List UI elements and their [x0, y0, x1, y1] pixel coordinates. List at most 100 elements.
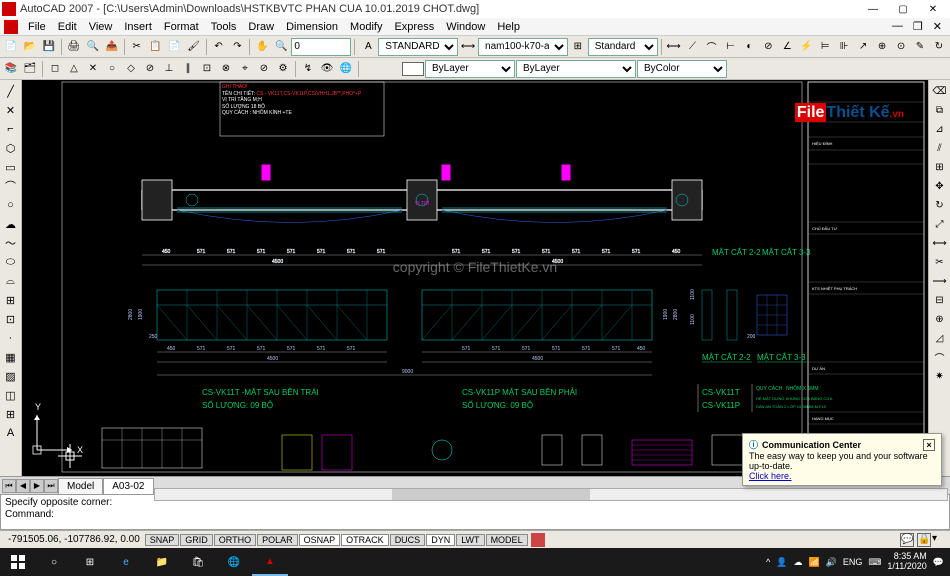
dim-quick-button[interactable]: ⚡ [797, 38, 815, 56]
ellipse-button[interactable]: ⬭ [2, 253, 20, 271]
paste-button[interactable]: 📄 [166, 38, 184, 56]
osnap-center-button[interactable]: ○ [103, 60, 121, 78]
stretch-button[interactable]: ⟷ [931, 234, 949, 252]
comm-center-icon[interactable]: 💬 [900, 533, 914, 547]
rotate-button[interactable]: ↻ [931, 196, 949, 214]
dimstyle-icon[interactable]: ⟷ [459, 38, 477, 56]
layer-prop-button[interactable]: 📚 [2, 60, 20, 78]
drawing-canvas[interactable]: GHI THẢO! TÊN CHI TIẾT: CS - VK11T,CS-VK… [22, 80, 928, 476]
tab-prev-button[interactable]: ◀ [16, 479, 30, 493]
menu-tools[interactable]: Tools [205, 21, 243, 33]
make-block-button[interactable]: ⊡ [2, 310, 20, 328]
textstyle-dropdown[interactable]: STANDARD [378, 38, 458, 56]
dyn-toggle[interactable]: DYN [426, 534, 455, 546]
osnap-settings-button[interactable]: ⚙ [274, 60, 292, 78]
erase-button[interactable]: ⌫ [931, 82, 949, 100]
dim-radius-button[interactable]: ◐ [740, 38, 758, 56]
chamfer-button[interactable]: ◿ [931, 329, 949, 347]
layer-color-dropdown[interactable]: ByLayer [425, 60, 515, 78]
dim-linear-button[interactable]: ⟷ [665, 38, 683, 56]
extend-button[interactable]: ⟶ [931, 272, 949, 290]
tab-next-button[interactable]: ▶ [30, 479, 44, 493]
offset-button[interactable]: ⫽ [931, 139, 949, 157]
osnap-intersect-button[interactable]: ✕ [84, 60, 102, 78]
osnap-midpoint-button[interactable]: △ [65, 60, 83, 78]
fillet-button[interactable]: ⌒ [931, 348, 949, 366]
gradient-button[interactable]: ▨ [2, 367, 20, 385]
annotation-scale-icon[interactable] [531, 533, 545, 547]
maximize-button[interactable]: ▢ [888, 0, 918, 18]
construction-line-button[interactable]: ✕ [2, 101, 20, 119]
dim-edit-button[interactable]: ✎ [911, 38, 929, 56]
dim-angular-button[interactable]: ∠ [778, 38, 796, 56]
minimize-button[interactable]: — [858, 0, 888, 18]
open-button[interactable]: 📂 [21, 38, 39, 56]
menu-file[interactable]: File [22, 21, 52, 33]
mirror-button[interactable]: ⊿ [931, 120, 949, 138]
menu-draw[interactable]: Draw [242, 21, 280, 33]
revcloud-button[interactable]: ☁ [2, 215, 20, 233]
osnap-none-button[interactable]: ⊘ [255, 60, 273, 78]
tab-layout[interactable]: A03-02 [103, 478, 153, 494]
insert-block-button[interactable]: ⊞ [2, 291, 20, 309]
task-view-icon[interactable]: ⊞ [72, 548, 108, 576]
store-icon[interactable]: 🛍 [180, 548, 216, 576]
arc-button[interactable]: ⌒ [2, 177, 20, 195]
menu-format[interactable]: Format [158, 21, 205, 33]
new-button[interactable]: 📄 [2, 38, 20, 56]
tab-last-button[interactable]: ⏭ [44, 479, 58, 493]
redo-button[interactable]: ↷ [228, 38, 246, 56]
menu-window[interactable]: Window [440, 21, 491, 33]
doc-restore-button[interactable]: ❐ [909, 20, 927, 33]
dim-baseline-button[interactable]: ⊨ [816, 38, 834, 56]
osnap-quadrant-button[interactable]: ◇ [122, 60, 140, 78]
ducs-toggle[interactable]: DUCS [390, 534, 426, 546]
plot-preview-button[interactable]: 🔍 [84, 38, 102, 56]
tray-notifications-icon[interactable]: 💬 [933, 557, 944, 568]
tablestyle-icon[interactable]: ⊞ [569, 38, 587, 56]
menu-view[interactable]: View [83, 21, 119, 33]
osnap-parallel-button[interactable]: ∥ [179, 60, 197, 78]
status-tray-icon[interactable]: ▾ [932, 533, 946, 547]
tolerance-button[interactable]: ⊕ [873, 38, 891, 56]
tray-network-icon[interactable]: 📶 [808, 557, 819, 568]
close-button[interactable]: ✕ [918, 0, 948, 18]
explode-button[interactable]: ✷ [931, 367, 949, 385]
zoom-scale-input[interactable] [291, 38, 351, 56]
osnap-insert-button[interactable]: ⊡ [198, 60, 216, 78]
table-button[interactable]: ⊞ [2, 405, 20, 423]
mtext-button[interactable]: A [2, 424, 20, 442]
layer-color-swatch[interactable] [402, 62, 424, 76]
dim-ordinate-button[interactable]: ⊢ [721, 38, 739, 56]
copy-obj-button[interactable]: ⧉ [931, 101, 949, 119]
snap-toggle[interactable]: SNAP [145, 534, 180, 546]
autocad-task-icon[interactable]: ▲ [252, 548, 288, 576]
tablestyle-dropdown[interactable]: Standard [588, 38, 658, 56]
tray-clock[interactable]: 8:35 AM 1/11/2020 [887, 552, 926, 572]
spline-button[interactable]: 〜 [2, 234, 20, 252]
tray-volume-icon[interactable]: 🔊 [826, 557, 837, 568]
match-prop-button[interactable]: 🖌 [185, 38, 203, 56]
doc-minimize-button[interactable]: — [888, 20, 907, 33]
publish-button[interactable]: 📤 [103, 38, 121, 56]
tab-first-button[interactable]: ⏮ [2, 479, 16, 493]
tab-model[interactable]: Model [58, 478, 103, 494]
dim-aligned-button[interactable]: ⟋ [684, 38, 702, 56]
osnap-toggle[interactable]: OSNAP [299, 534, 341, 546]
cortana-icon[interactable]: ○ [36, 548, 72, 576]
save-button[interactable]: 💾 [40, 38, 58, 56]
menu-edit[interactable]: Edit [52, 21, 83, 33]
region-button[interactable]: ◫ [2, 386, 20, 404]
textstyle-icon[interactable]: A [359, 38, 377, 56]
dim-diameter-button[interactable]: ⊘ [759, 38, 777, 56]
ortho-toggle[interactable]: ORTHO [214, 534, 256, 546]
polyline-button[interactable]: ⌐ [2, 120, 20, 138]
h-scrollbar-thumb[interactable] [392, 489, 590, 500]
osnap-nearest-button[interactable]: ⌖ [236, 60, 254, 78]
point-button[interactable]: · [2, 329, 20, 347]
tray-people-icon[interactable]: 👤 [776, 557, 787, 568]
polygon-button[interactable]: ⬡ [2, 139, 20, 157]
3dorbit-button[interactable]: 🌐 [337, 60, 355, 78]
otrack-toggle[interactable]: OTRACK [341, 534, 389, 546]
join-button[interactable]: ⊕ [931, 310, 949, 328]
